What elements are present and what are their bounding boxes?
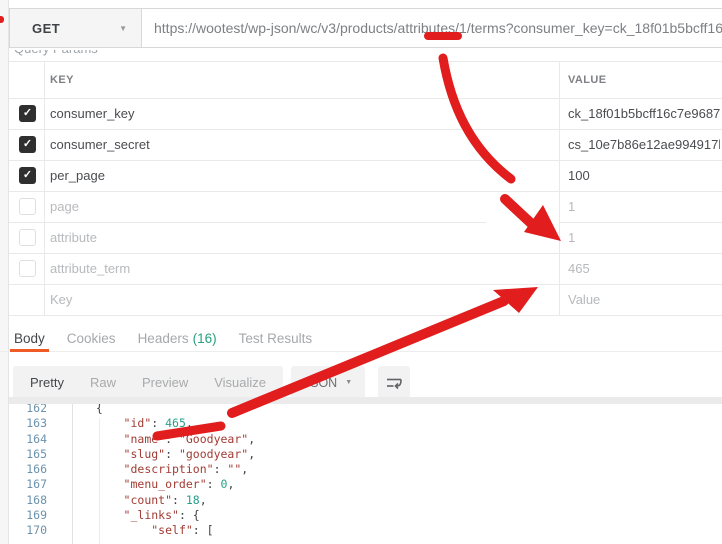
param-key[interactable]: Key [50, 292, 72, 307]
value-column-header: VALUE [568, 74, 607, 86]
param-key[interactable]: consumer_secret [50, 137, 150, 152]
tab-cookies[interactable]: Cookies [67, 331, 116, 346]
param-checkbox[interactable] [19, 260, 36, 277]
view-mode-preview[interactable]: Preview [142, 375, 188, 390]
line-number: 166 [26, 462, 47, 477]
code-text: "slug": "goodyear", [123, 446, 256, 461]
param-key[interactable]: page [50, 199, 79, 214]
param-value[interactable]: 1 [568, 230, 720, 245]
param-value[interactable]: 1 [568, 199, 720, 214]
param-key[interactable]: consumer_key [50, 106, 135, 121]
line-number: 167 [26, 477, 47, 492]
param-checkbox[interactable]: ✓ [19, 136, 36, 153]
code-text: "menu_order": 0, [123, 477, 235, 492]
param-row[interactable]: ✓ consumer_key ck_18f01b5bcff16c7e96870e [9, 98, 722, 129]
param-checkbox[interactable]: ✓ [19, 167, 36, 184]
code-text: "name": "Goodyear", [123, 431, 256, 446]
param-row[interactable]: ✓ consumer_secret cs_10e7b86e12ae994917b6 [9, 129, 722, 160]
param-checkbox[interactable] [19, 229, 36, 246]
tab-label: Test Results [238, 331, 313, 346]
tab-label: Headers [137, 331, 189, 346]
param-row[interactable]: Key Value [9, 284, 722, 315]
line-number: 164 [26, 431, 47, 446]
table-line [9, 61, 722, 62]
param-value[interactable]: ck_18f01b5bcff16c7e96870e [568, 106, 720, 121]
view-mode-raw[interactable]: Raw [90, 375, 116, 390]
chevron-down-icon: ▼ [119, 23, 127, 33]
request-url-bar: GET ▼ https://wootest/wp-json/wc/v3/prod… [9, 8, 722, 48]
param-value[interactable]: Value [568, 292, 720, 307]
indent-guide [99, 418, 100, 544]
code-line: 170 "self": [ [9, 523, 722, 538]
param-value[interactable]: 100 [568, 168, 720, 183]
tab-label: Cookies [66, 331, 116, 346]
view-mode-visualize[interactable]: Visualize [214, 375, 266, 390]
param-row[interactable]: attribute 1 [9, 222, 722, 253]
active-tab-underline [10, 349, 49, 352]
param-checkbox[interactable] [19, 198, 36, 215]
line-number: 168 [26, 492, 47, 507]
cell-edit-highlight [486, 192, 559, 252]
tab-body[interactable]: Body [14, 331, 45, 346]
left-gutter-strip [0, 0, 9, 544]
line-number: 170 [26, 523, 47, 538]
code-text: "count": 18, [123, 492, 207, 507]
param-row[interactable]: attribute_term 465 [9, 253, 722, 284]
gutter-border [72, 404, 73, 544]
line-number: 169 [26, 508, 47, 523]
param-key[interactable]: attribute_term [50, 261, 130, 276]
param-checkbox[interactable]: ✓ [19, 105, 36, 122]
param-key[interactable]: per_page [50, 168, 105, 183]
param-value[interactable]: cs_10e7b86e12ae994917b6 [568, 137, 720, 152]
url-input[interactable]: https://wootest/wp-json/wc/v3/products/a… [142, 9, 722, 47]
param-value[interactable]: 465 [568, 261, 720, 276]
line-number: 165 [26, 446, 47, 461]
method-label: GET [32, 20, 61, 36]
code-line: 166 "description": "", [9, 462, 722, 477]
code-line: 165 "slug": "goodyear", [9, 447, 722, 462]
code-line: 167 "menu_order": 0, [9, 477, 722, 492]
param-key[interactable]: attribute [50, 230, 97, 245]
chevron-down-icon: ▼ [345, 379, 353, 386]
param-row[interactable]: page 1 [9, 191, 722, 222]
language-label: JSON [303, 375, 338, 390]
code-line: 164 "name": "Goodyear", [9, 432, 722, 447]
wrap-lines-icon [387, 378, 402, 389]
tab-headers[interactable]: Headers (16) [138, 331, 217, 346]
response-body-code: 162 {163 "id": 465, 164 "name": "Goodyear… [9, 401, 722, 539]
line-number: 163 [26, 416, 47, 431]
view-mode-pretty[interactable]: Pretty [30, 375, 64, 390]
param-row[interactable]: ✓ per_page 100 [9, 160, 722, 191]
editor-top-divider [9, 397, 722, 404]
view-mode-group: Pretty Raw Preview Visualize [13, 366, 283, 399]
key-column-header: KEY [50, 74, 74, 86]
code-text: "self": [ [151, 523, 214, 538]
headers-count-badge: (16) [192, 331, 217, 346]
method-dropdown[interactable]: GET ▼ [10, 9, 142, 47]
code-text: "description": "", [123, 462, 249, 477]
response-tab-bar: Body Cookies Headers (16) Test Results [0, 331, 722, 346]
tab-label: Body [14, 331, 45, 346]
query-params-label: Query Params [14, 50, 234, 59]
tab-bar-border [0, 351, 722, 352]
code-line: 169 "_links": { [9, 508, 722, 523]
code-line: 168 "count": 18, [9, 493, 722, 508]
table-line [9, 315, 722, 316]
tab-test-results[interactable]: Test Results [239, 331, 313, 346]
code-line: 163 "id": 465, [9, 416, 722, 431]
rest-client-window: GET ▼ https://wootest/wp-json/wc/v3/prod… [0, 0, 722, 544]
language-dropdown[interactable]: JSON ▼ [291, 366, 365, 399]
wrap-lines-button[interactable] [378, 366, 410, 399]
